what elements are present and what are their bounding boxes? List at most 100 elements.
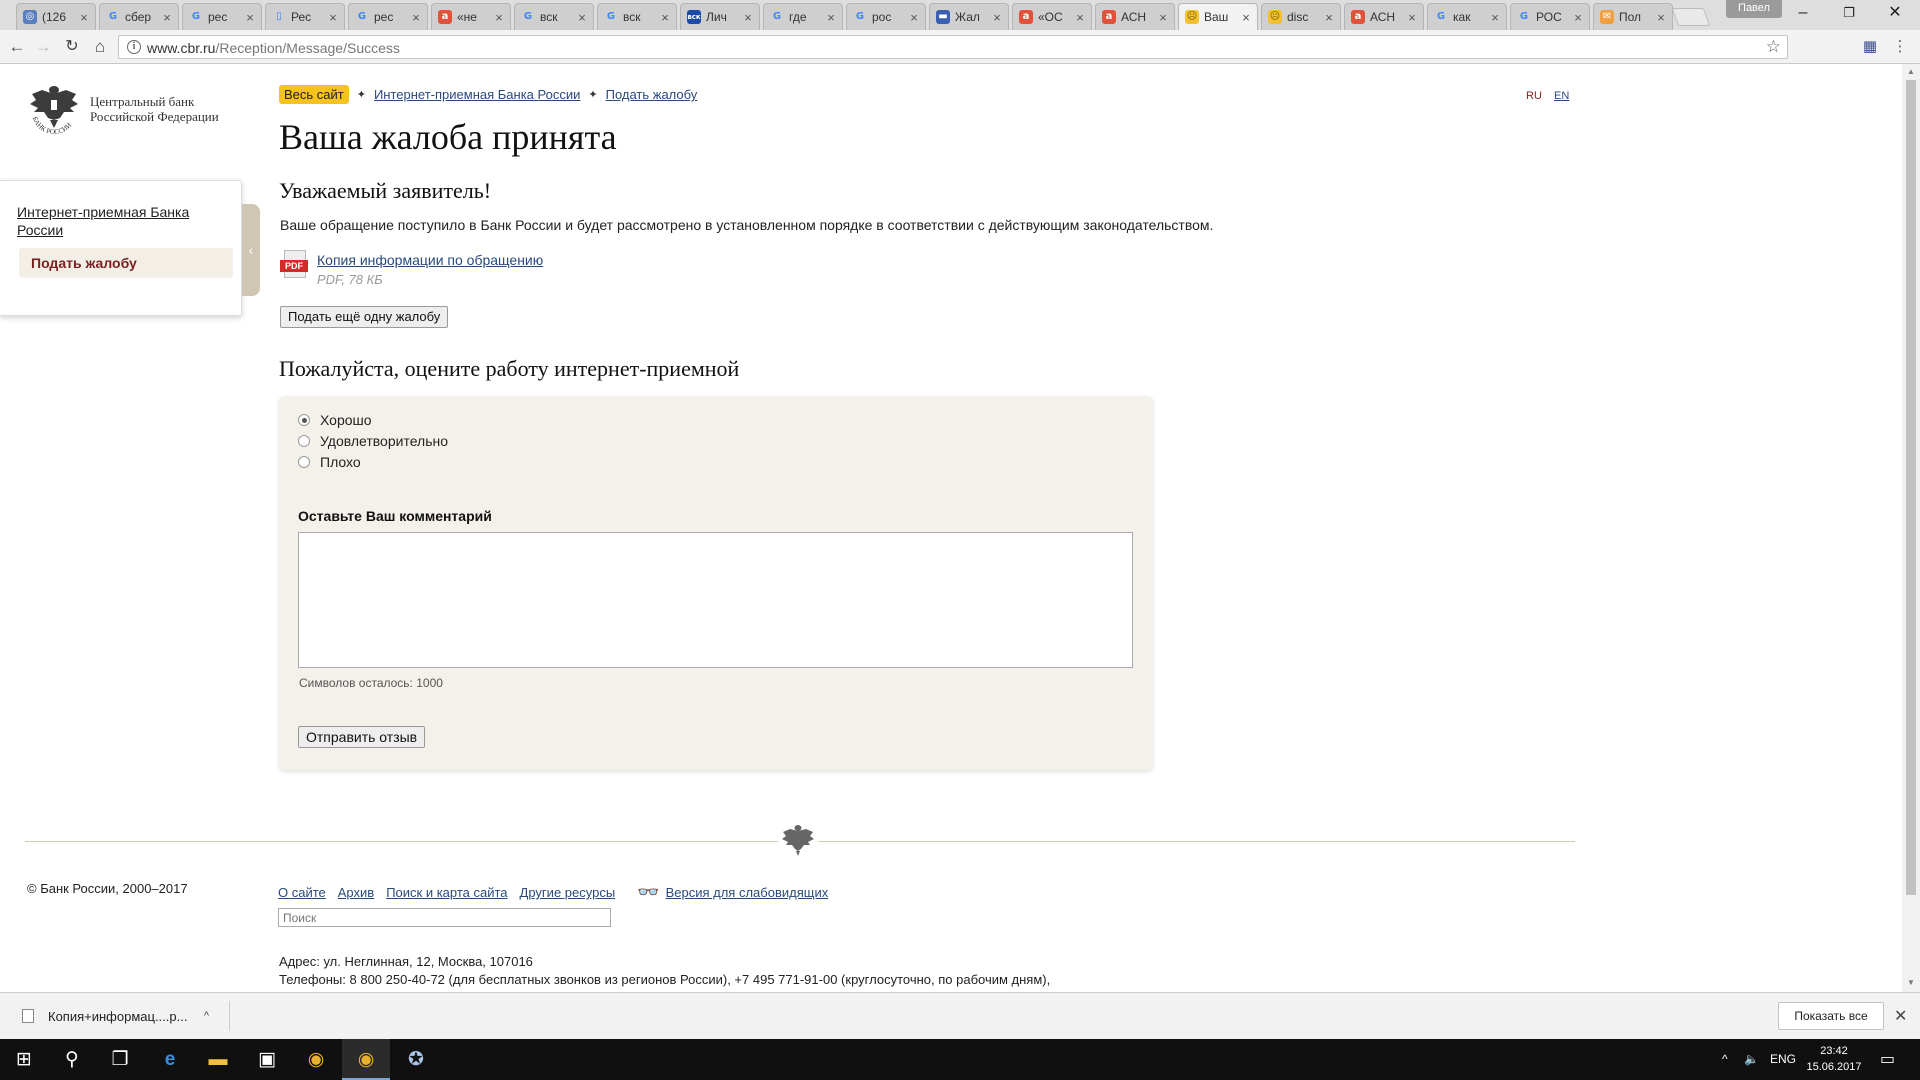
breadcrumb-all-site[interactable]: Весь сайт [279,85,349,104]
close-tab-icon[interactable]: × [1571,10,1585,25]
url-text[interactable]: www.cbr.ru/Reception/Message/Success [147,40,400,56]
sidebar-item-reception[interactable]: Интернет-приемная Банка России [17,203,217,239]
browser-tab[interactable]: ▬ Жал × [929,3,1009,30]
close-tab-icon[interactable]: × [1405,10,1419,25]
browser-tab[interactable]: Gвск × [597,3,677,30]
browser-tab[interactable]: a «не × [431,3,511,30]
close-icon[interactable]: ✕ [1894,1006,1907,1026]
profile-button[interactable]: Павел [1726,0,1782,18]
reload-icon[interactable]: ↻ [60,35,84,59]
breadcrumb-reception[interactable]: Интернет-приемная Банка России [374,87,580,102]
minimize-icon[interactable]: – [1780,0,1826,28]
close-tab-icon[interactable]: × [1073,10,1087,25]
volume-icon[interactable]: 🔈 [1744,1039,1759,1080]
browser-tab[interactable]: a АСН × [1344,3,1424,30]
close-tab-icon[interactable]: × [824,10,838,25]
input-language[interactable]: ENG [1770,1039,1796,1080]
edge-icon[interactable]: e [146,1039,194,1080]
close-tab-icon[interactable]: × [907,10,921,25]
address-bar[interactable]: i www.cbr.ru/Reception/Message/Success ☆ [118,35,1788,59]
radio-button[interactable] [298,456,310,468]
extension-icon[interactable]: ▦ [1860,37,1880,57]
scroll-up-icon[interactable]: ▲ [1907,67,1915,76]
close-tab-icon[interactable]: × [1156,10,1170,25]
restore-icon[interactable]: ❐ [1826,0,1872,28]
browser-tab[interactable]: ◎ (126 × [16,3,96,30]
close-tab-icon[interactable]: × [326,10,340,25]
close-tab-icon[interactable]: × [492,10,506,25]
scroll-down-icon[interactable]: ▼ [1907,978,1915,987]
notifications-icon[interactable]: ▭ [1880,1039,1895,1080]
footer-link[interactable]: Поиск и карта сайта [386,885,507,900]
close-tab-icon[interactable]: × [1322,10,1336,25]
lang-en[interactable]: EN [1554,90,1569,102]
browser-tab[interactable]: Gрес × [182,3,262,30]
footer-link[interactable]: Архив [338,885,374,900]
page-scrollbar[interactable]: ▲ ▼ [1902,64,1920,992]
close-window-icon[interactable]: ✕ [1872,0,1918,28]
close-tab-icon[interactable]: × [741,10,755,25]
tray-chevron-icon[interactable]: ^ [1722,1039,1728,1080]
file-explorer-icon[interactable]: ▬ [194,1039,242,1080]
collapse-sidebar-icon[interactable]: ‹ [242,204,260,296]
menu-icon[interactable]: ⋮ [1890,37,1910,57]
browser-tab[interactable]: Gвск × [514,3,594,30]
chevron-up-icon[interactable]: ^ [204,1010,209,1022]
footer-link[interactable]: Другие ресурсы [520,885,616,900]
close-tab-icon[interactable]: × [1654,10,1668,25]
rating-option[interactable]: Плохо [298,454,361,470]
browser-tab[interactable]: a «ОС × [1012,3,1092,30]
send-feedback-button[interactable]: Отправить отзыв [298,726,426,748]
close-tab-icon[interactable]: × [409,10,423,25]
download-item[interactable]: Копия+информац....p... ^ [10,1001,230,1031]
close-tab-icon[interactable]: × [77,10,91,25]
browser-tab[interactable]: ☹ Ваш × [1178,3,1258,30]
scrollbar-thumb[interactable] [1906,80,1916,895]
rating-option[interactable]: Удовлетворительно [298,433,448,449]
browser-tab[interactable]: ☹ disc × [1261,3,1341,30]
close-tab-icon[interactable]: × [1239,10,1253,25]
browser-tab[interactable]: Gкак × [1427,3,1507,30]
comment-textarea[interactable] [298,532,1133,668]
store-icon[interactable]: ▣ [243,1039,291,1080]
accessibility-link[interactable]: Версия для слабовидящих [666,885,829,900]
browser-tab[interactable]: Gрос × [846,3,926,30]
browser-tab[interactable]: ✉ Пол × [1593,3,1673,30]
close-tab-icon[interactable]: × [160,10,174,25]
browser-tab[interactable]: a АСН × [1095,3,1175,30]
close-tab-icon[interactable]: × [243,10,257,25]
attachment-link[interactable]: Копия информации по обращению [317,252,543,268]
site-info-icon[interactable]: i [127,40,141,54]
browser-tab[interactable]: G РОС × [1510,3,1590,30]
sidebar-item-complaint[interactable]: Подать жалобу [19,248,233,278]
footer-link[interactable]: О сайте [278,885,326,900]
radio-button[interactable] [298,435,310,447]
chrome-icon[interactable]: ◉ [292,1039,340,1080]
search-icon[interactable]: ⚲ [48,1039,96,1080]
rating-option[interactable]: Хорошо [298,412,372,428]
close-tab-icon[interactable]: × [990,10,1004,25]
browser-tab[interactable]: Gгде × [763,3,843,30]
back-icon[interactable]: ← [5,35,29,59]
radio-button[interactable] [298,414,310,426]
bookmark-star-icon[interactable]: ☆ [1766,37,1781,57]
forward-icon[interactable]: → [31,35,55,59]
show-all-downloads-button[interactable]: Показать все [1778,1002,1884,1030]
clock[interactable]: 23:42 15.06.2017 [1806,1043,1862,1075]
cbr-logo[interactable]: БАНК РОССИИ Центральный банк Российской … [24,80,234,140]
close-tab-icon[interactable]: × [575,10,589,25]
task-view-icon[interactable]: ❐ [96,1039,144,1080]
browser-tab[interactable]: вск Лич × [680,3,760,30]
app-icon[interactable]: ✪ [392,1039,440,1080]
submit-another-button[interactable]: Подать ещё одну жалобу [280,306,449,328]
home-icon[interactable]: ⌂ [88,35,112,59]
close-tab-icon[interactable]: × [1488,10,1502,25]
close-tab-icon[interactable]: × [658,10,672,25]
lang-ru[interactable]: RU [1526,90,1542,102]
new-tab-button[interactable] [1671,8,1711,26]
browser-tab[interactable]: Gрес × [348,3,428,30]
breadcrumb-complaint[interactable]: Подать жалобу [606,87,698,102]
browser-tab[interactable]: Gсбер × [99,3,179,30]
footer-search-input[interactable] [278,908,611,927]
chrome-active-icon[interactable]: ◉ [342,1039,390,1080]
